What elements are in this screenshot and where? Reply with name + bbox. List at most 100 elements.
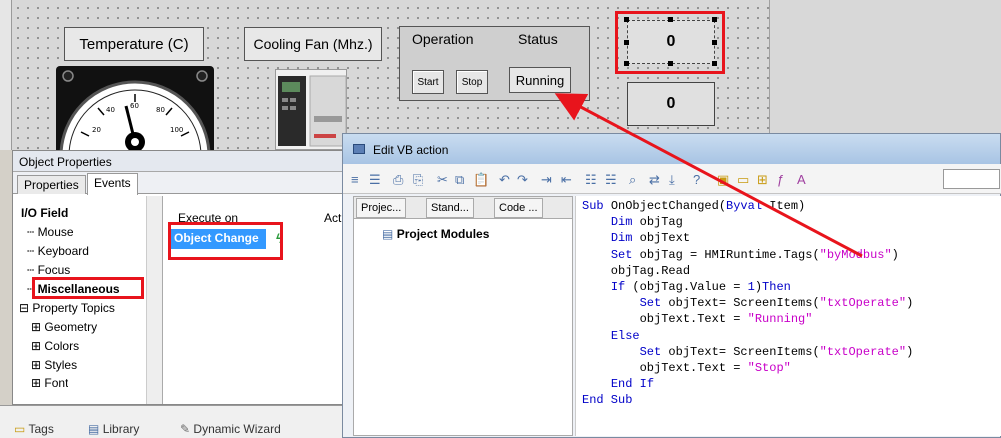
expand-icon[interactable]: ⊞ xyxy=(31,376,41,387)
code-line[interactable]: objTag.Read xyxy=(582,263,995,279)
object-properties-tabs: Properties Events xyxy=(13,172,351,195)
module-icon: ▤ xyxy=(382,227,394,241)
tab-library[interactable]: ▤ Library xyxy=(88,422,139,436)
vb-window-titlebar[interactable]: Edit VB action xyxy=(343,134,1000,164)
code-token: End If xyxy=(610,377,655,392)
goto-icon[interactable]: ⤓ xyxy=(669,172,675,188)
paste-icon[interactable]: 📋 xyxy=(473,172,489,188)
tree-item-styles[interactable]: ⊞ Styles xyxy=(31,358,77,372)
status-text-field[interactable]: Running xyxy=(509,67,571,93)
replace-icon[interactable]: ⇄ xyxy=(649,172,660,188)
align-left-icon[interactable]: ≡ xyxy=(351,172,359,187)
comment-icon[interactable]: ☷ xyxy=(585,172,597,188)
tree-item-io-field[interactable]: I/O Field xyxy=(21,206,68,220)
code-line[interactable]: Set objText= ScreenItems("txtOperate") xyxy=(582,295,995,311)
code-line[interactable]: Set objText= ScreenItems("txtOperate") xyxy=(582,344,995,360)
tab-label: Tags xyxy=(28,422,54,436)
undo-icon[interactable]: ↶ xyxy=(499,172,510,188)
tree-item-geometry[interactable]: ⊞ Geometry xyxy=(31,320,97,334)
find-icon[interactable]: ⌕ xyxy=(629,172,636,188)
cooling-fan-label[interactable]: Cooling Fan (Mhz.) xyxy=(244,27,382,61)
function-icon[interactable]: ƒ xyxy=(777,172,784,187)
tree-item-label: Keyboard xyxy=(37,244,89,258)
copy-icon[interactable]: ⧉ xyxy=(455,172,464,188)
code-line[interactable]: Set objTag = HMIRuntime.Tags("byModbus") xyxy=(582,247,995,263)
print-preview-icon[interactable]: ⎘ xyxy=(413,172,423,188)
io-field[interactable]: 0 xyxy=(627,82,715,126)
highlight-box-object-change xyxy=(168,222,283,260)
temperature-gauge[interactable]: 20 40 60 80 100 xyxy=(56,66,214,150)
outdent-icon[interactable]: ⇤ xyxy=(561,172,572,188)
vb-code-editor[interactable]: Sub OnObjectChanged(Byval Item) Dim objT… xyxy=(575,196,1001,436)
tree-item-mouse[interactable]: ┄ Mouse xyxy=(27,225,74,239)
vb-project-pane[interactable]: Projec... Stand... Code ... ▤ Project Mo… xyxy=(353,196,573,436)
tag-icon[interactable]: ▣ xyxy=(717,172,729,188)
text-icon[interactable]: A xyxy=(797,172,806,187)
code-token: objText.Text = xyxy=(582,360,748,375)
svg-text:80: 80 xyxy=(156,106,165,114)
code-token: "txtOperate" xyxy=(819,344,907,359)
column-header-action[interactable]: Act xyxy=(324,211,341,225)
temperature-label[interactable]: Temperature (C) xyxy=(64,27,204,61)
code-token: End Sub xyxy=(582,393,633,408)
svg-text:100: 100 xyxy=(170,126,183,134)
tab-dynamic-wizard[interactable]: ✎ Dynamic Wizard xyxy=(180,422,281,436)
code-line[interactable]: If (objTag.Value = 1)Then xyxy=(582,279,995,295)
code-line[interactable]: Dim objText xyxy=(582,230,995,246)
help-icon[interactable]: ? xyxy=(693,172,700,187)
tree-item-label: Project Modules xyxy=(396,227,490,241)
folder-icon[interactable]: ▭ xyxy=(737,172,749,188)
object-properties-title: Object Properties xyxy=(13,151,351,172)
tree-item-focus[interactable]: ┄ Focus xyxy=(27,263,70,277)
cut-icon[interactable]: ✂ xyxy=(437,172,448,188)
tab-code[interactable]: Code ... xyxy=(494,198,543,218)
code-token: Sub xyxy=(582,199,611,213)
code-line[interactable]: Sub OnObjectChanged(Byval Item) xyxy=(582,198,995,214)
tree-item-project-modules[interactable]: ▤ Project Modules xyxy=(382,227,489,241)
edit-vb-action-window[interactable]: Edit VB action ≡ ☰ ⎙ ⎘ ✂ ⧉ 📋 ↶ ↷ ⇥ ⇤ ☷ ☵… xyxy=(342,133,1001,438)
code-line[interactable]: End If xyxy=(582,376,995,392)
indent-icon[interactable]: ⇥ xyxy=(541,172,552,188)
code-token: Else xyxy=(610,328,640,343)
toolbar-search-input[interactable] xyxy=(943,169,1000,189)
print-icon[interactable]: ⎙ xyxy=(393,172,403,188)
object-icon[interactable]: ⊞ xyxy=(757,172,768,188)
collapse-icon[interactable]: ⊟ xyxy=(19,301,29,315)
code-line[interactable]: objText.Text = "Running" xyxy=(582,311,995,327)
operation-panel[interactable]: Operation Status Start Stop Running xyxy=(399,26,590,101)
tab-standard[interactable]: Stand... xyxy=(426,198,474,218)
code-line[interactable]: Else xyxy=(582,328,995,344)
event-tree[interactable]: I/O Field ┄ Mouse ┄ Keyboard ┄ Focus ┄ M… xyxy=(13,196,163,404)
uncomment-icon[interactable]: ☵ xyxy=(605,172,617,188)
expand-icon[interactable]: ⊞ xyxy=(31,320,41,334)
code-token: objTag xyxy=(632,215,683,230)
align-icon[interactable]: ☰ xyxy=(369,172,381,188)
code-line[interactable]: End Sub xyxy=(582,392,995,408)
code-token: ) xyxy=(891,247,899,262)
tree-item-colors[interactable]: ⊞ Colors xyxy=(31,339,79,353)
expand-icon[interactable]: ⊞ xyxy=(31,358,41,372)
code-token: If xyxy=(610,279,626,294)
highlight-box-miscellaneous xyxy=(32,277,144,299)
tree-item-property-topics[interactable]: ⊟ Property Topics xyxy=(19,301,115,315)
code-token: objTag = HMIRuntime.Tags( xyxy=(632,247,820,262)
tree-scrollbar[interactable] xyxy=(146,196,162,404)
start-button[interactable]: Start xyxy=(412,70,444,94)
tab-events[interactable]: Events xyxy=(87,173,138,195)
redo-icon[interactable]: ↷ xyxy=(517,172,528,188)
code-token: 1 xyxy=(747,279,755,294)
code-line[interactable]: Dim objTag xyxy=(582,214,995,230)
stop-button[interactable]: Stop xyxy=(456,70,488,94)
tab-project[interactable]: Projec... xyxy=(356,198,407,218)
tree-item-keyboard[interactable]: ┄ Keyboard xyxy=(27,244,89,258)
code-line[interactable]: objText.Text = "Stop" xyxy=(582,360,995,376)
code-token: objText.Text = xyxy=(582,312,748,327)
expand-icon[interactable]: ⊞ xyxy=(31,339,41,353)
tab-tags[interactable]: ▭ Tags xyxy=(14,422,54,436)
tab-properties[interactable]: Properties xyxy=(17,175,86,194)
tree-item-font[interactable]: ⊞ Font xyxy=(31,376,68,387)
